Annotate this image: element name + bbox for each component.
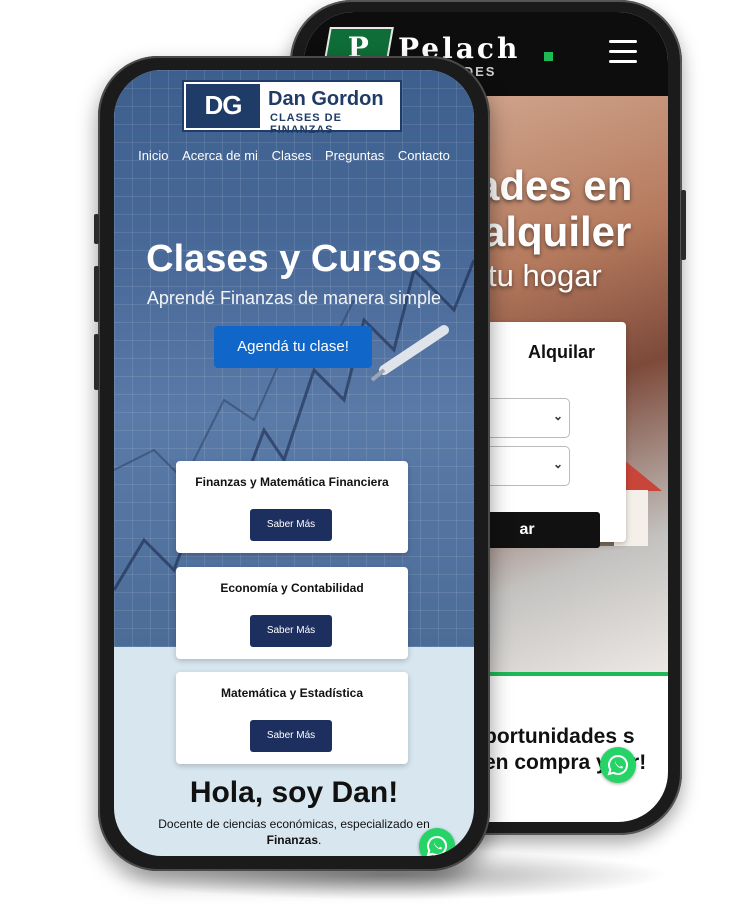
pelach-hero-line1: ades en [476,162,633,209]
about-description: Docente de ciencias económicas, especial… [144,816,444,848]
whatsapp-icon[interactable] [419,828,455,856]
saber-mas-button[interactable]: Saber Más [250,615,332,647]
chevron-down-icon: ⌄ [552,409,563,423]
chevron-down-icon: ⌄ [552,457,563,471]
nav-item-preguntas[interactable]: Preguntas [325,148,384,163]
course-card: Finanzas y Matemática Financiera Saber M… [176,461,408,553]
about-description-bold: Finanzas [266,833,318,847]
course-card: Matemática y Estadística Saber Más [176,672,408,764]
nav-item-contacto[interactable]: Contacto [398,148,450,163]
side-button [94,214,99,244]
pelach-hero-line3: tu hogar [488,258,602,293]
course-card-title: Finanzas y Matemática Financiera [195,475,389,489]
main-nav: Inicio Acerca de mi Clases Preguntas Con… [114,148,474,163]
pelach-logo-dot [544,52,553,61]
logo-subtitle: CLASES DE FINANZAS [270,112,342,136]
side-button [94,266,99,322]
tab-alquilar[interactable]: Alquilar [528,342,595,363]
about-description-end: . [318,833,322,847]
saber-mas-button[interactable]: Saber Más [250,720,332,752]
nav-item-acerca[interactable]: Acerca de mi [182,148,258,163]
dan-gordon-logo[interactable]: DG Dan Gordon CLASES DE FINANZAS [182,80,402,136]
course-card-title: Matemática y Estadística [220,686,364,700]
front-phone-screen: DG Dan Gordon CLASES DE FINANZAS Inicio … [114,70,474,856]
book-class-button[interactable]: Agendá tu clase! [214,326,372,368]
whatsapp-icon[interactable] [600,747,636,783]
logo-name: Dan Gordon [268,88,384,110]
hero-title: Clases y Cursos [146,238,442,280]
course-card: Economía y Contabilidad Saber Más [176,567,408,659]
about-heading: Hola, soy Dan! [189,776,399,809]
front-phone: DG Dan Gordon CLASES DE FINANZAS Inicio … [94,56,490,871]
pelach-hero-line2: alquiler [482,208,632,255]
course-card-title: Economía y Contabilidad [220,581,364,595]
saber-mas-button[interactable]: Saber Más [250,509,332,541]
nav-item-inicio[interactable]: Inicio [138,148,168,163]
about-description-text: Docente de ciencias económicas, especial… [158,817,430,831]
hero-subtitle: Aprendé Finanzas de manera simple [146,288,442,308]
side-button [681,190,686,260]
side-button [94,334,99,390]
hamburger-menu-icon[interactable] [609,40,637,63]
dg-logo-mark: DG [186,84,260,128]
nav-item-clases[interactable]: Clases [272,148,312,163]
